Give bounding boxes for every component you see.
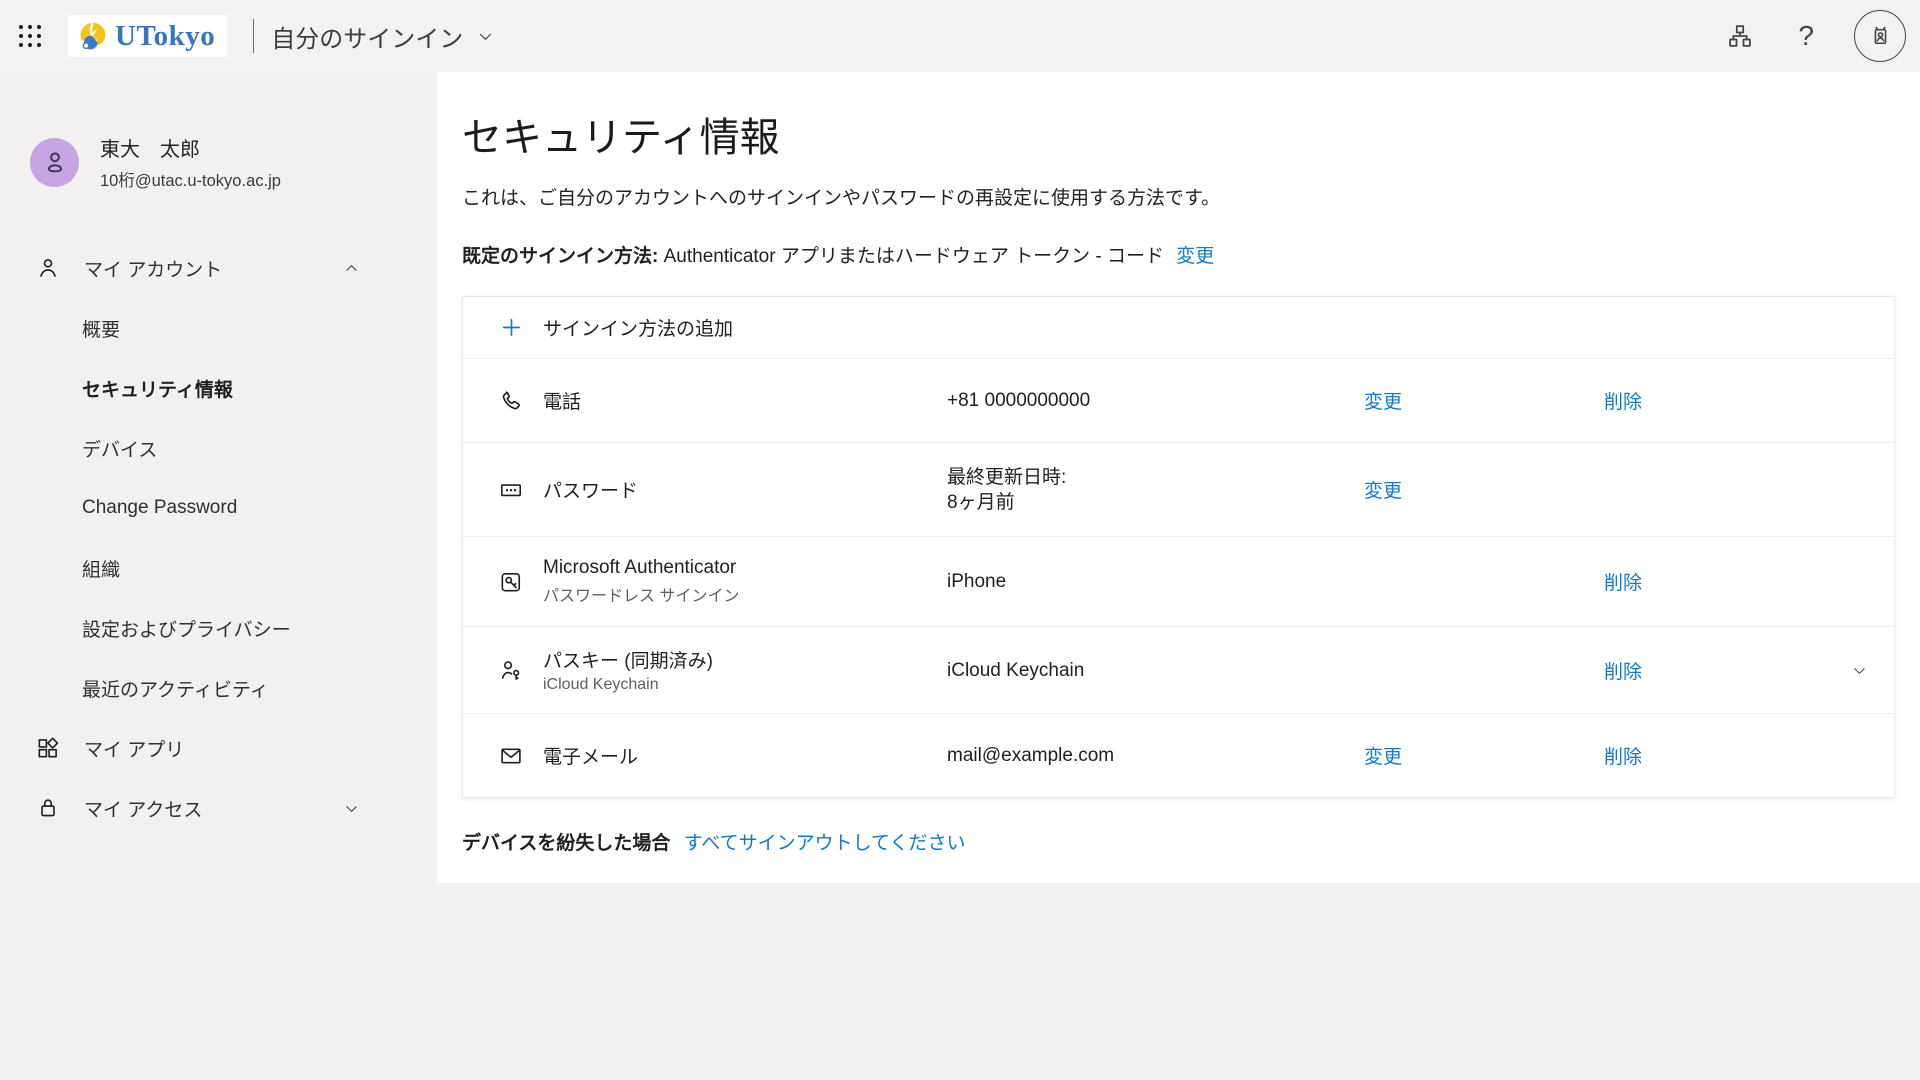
method-detail: +81 0000000000 <box>923 388 1344 413</box>
portal-title: 自分のサインイン <box>271 19 463 54</box>
app-launcher-button[interactable] <box>6 12 54 60</box>
method-delete-cell: 削除 <box>1584 387 1824 414</box>
person-icon <box>35 255 61 281</box>
method-subtitle: パスワードレス サインイン <box>543 582 923 606</box>
method-name: Microsoft Authenticator <box>543 557 923 579</box>
method-row-passkey: パスキー (同期済み)iCloud KeychainiCloud Keychai… <box>463 626 1894 713</box>
sidebar-item-セキュリティ情報[interactable]: セキュリティ情報 <box>0 358 437 418</box>
sidebar-item-label: デバイス <box>82 435 157 462</box>
chevron-down-icon[interactable] <box>477 28 494 45</box>
sidebar-item-マイ-アクセス[interactable]: マイ アクセス <box>0 778 437 838</box>
method-subtitle: iCloud Keychain <box>543 676 923 694</box>
topbar-divider <box>253 19 254 53</box>
ginkgo-leaf-icon <box>76 20 109 53</box>
method-delete-cell: 削除 <box>1584 568 1824 595</box>
utokyo-logo[interactable]: UTokyo <box>68 15 227 57</box>
sidebar-item-label: 最近のアクティビティ <box>82 675 269 702</box>
method-delete-cell: 削除 <box>1584 657 1824 684</box>
apps-icon <box>35 735 61 761</box>
user-block: 東大 太郎 10桁@utac.u-tokyo.ac.jp <box>30 133 281 191</box>
method-name-cell: Microsoft Authenticator パスワードレス サインイン <box>543 557 923 606</box>
method-detail: 最終更新日時:8ヶ月前 <box>923 465 1344 515</box>
user-email: 10桁@utac.u-tokyo.ac.jp <box>100 167 281 191</box>
password-icon <box>479 477 543 503</box>
method-name-cell: パスキー (同期済み) iCloud Keychain <box>543 646 923 694</box>
sidebar-item-Change-Password[interactable]: Change Password <box>0 478 437 538</box>
method-change-cell: 変更 <box>1344 742 1584 769</box>
top-bar: UTokyo 自分のサインイン ? <box>0 0 1920 72</box>
email-icon <box>479 743 543 769</box>
method-delete-cell: 削除 <box>1584 742 1824 769</box>
main-content: セキュリティ情報 これは、ご自分のアカウントへのサインインやパスワードの再設定に… <box>437 72 1920 883</box>
sidebar-item-label: セキュリティ情報 <box>82 375 233 402</box>
sidebar-item-マイ-アカウント[interactable]: マイ アカウント <box>0 238 437 298</box>
phone-icon <box>479 388 543 414</box>
delete-link[interactable]: 削除 <box>1604 662 1642 683</box>
sidebar-item-label: マイ アプリ <box>84 735 184 762</box>
add-signin-method-button[interactable]: サインイン方法の追加 <box>463 297 1894 358</box>
method-name: パスワード <box>543 476 923 503</box>
delete-link[interactable]: 削除 <box>1604 747 1642 768</box>
method-row-phone: 電話+81 0000000000 変更 削除 <box>463 358 1894 442</box>
org-chart-icon[interactable] <box>1726 22 1754 50</box>
lost-device-line: デバイスを紛失した場合 すべてサインアウトしてください <box>462 828 1920 855</box>
help-icon[interactable]: ? <box>1798 20 1814 52</box>
plus-icon <box>479 316 543 339</box>
sidebar-item-label: マイ アカウント <box>84 255 222 282</box>
brand-text: UTokyo <box>115 20 215 53</box>
change-link[interactable]: 変更 <box>1364 747 1402 768</box>
default-signin-method: 既定のサインイン方法: Authenticator アプリまたはハードウェア ト… <box>462 241 1920 268</box>
lock-icon <box>35 795 61 821</box>
sidebar: 東大 太郎 10桁@utac.u-tokyo.ac.jp マイ アカウント概要セ… <box>0 72 437 1080</box>
signin-methods-card: サインイン方法の追加 電話+81 0000000000変更削除パスワード最終更新… <box>462 296 1895 798</box>
sidebar-item-label: 設定およびプライバシー <box>82 615 291 642</box>
method-name: 電話 <box>543 387 923 414</box>
chevron-down-icon[interactable] <box>343 800 360 817</box>
method-name-cell: 電子メール <box>543 742 923 769</box>
sidebar-item-デバイス[interactable]: デバイス <box>0 418 437 478</box>
chevron-down-icon[interactable] <box>1851 662 1868 679</box>
method-change-cell: 変更 <box>1344 387 1584 414</box>
sidebar-item-マイ-アプリ[interactable]: マイ アプリ <box>0 718 437 778</box>
sidebar-item-label: Change Password <box>82 497 237 519</box>
sidebar-item-label: 概要 <box>82 315 120 342</box>
method-row-password: パスワード最終更新日時:8ヶ月前変更 <box>463 442 1894 536</box>
default-method-change-link[interactable]: 変更 <box>1176 246 1214 267</box>
method-name-cell: 電話 <box>543 387 923 414</box>
change-link[interactable]: 変更 <box>1364 481 1402 502</box>
sign-out-all-link[interactable]: すべてサインアウトしてください <box>684 833 966 854</box>
method-name: 電子メール <box>543 742 923 769</box>
method-name: パスキー (同期済み) <box>543 646 923 673</box>
passkey-icon <box>479 657 543 683</box>
default-method-label: 既定のサインイン方法: <box>462 246 658 267</box>
page-title: セキュリティ情報 <box>462 105 1920 163</box>
user-name: 東大 太郎 <box>100 133 281 162</box>
method-row-email: 電子メールmail@example.com 変更 削除 <box>463 713 1894 797</box>
method-row-authenticator: Microsoft Authenticator パスワードレス サインインiPho… <box>463 536 1894 626</box>
method-name-cell: パスワード <box>543 476 923 503</box>
sidebar-item-label: 組織 <box>82 555 120 582</box>
lost-device-label: デバイスを紛失した場合 <box>462 833 670 854</box>
sidebar-nav: マイ アカウント概要セキュリティ情報デバイス Change Password 組織設… <box>0 238 437 838</box>
chevron-up-icon[interactable] <box>343 260 360 277</box>
method-detail: iCloud Keychain <box>923 658 1344 683</box>
method-change-cell: 変更 <box>1344 476 1584 503</box>
authenticator-icon <box>479 569 543 595</box>
sidebar-item-設定およびプライバシー[interactable]: 設定およびプライバシー <box>0 598 437 658</box>
method-detail: iPhone <box>923 569 1344 594</box>
method-detail: mail@example.com <box>923 743 1344 768</box>
sidebar-item-label: マイ アクセス <box>84 795 202 822</box>
delete-link[interactable]: 削除 <box>1604 573 1642 594</box>
change-link[interactable]: 変更 <box>1364 392 1402 413</box>
sidebar-item-組織[interactable]: 組織 <box>0 538 437 598</box>
account-id-badge-icon[interactable] <box>1854 10 1906 62</box>
sidebar-item-最近のアクティビティ[interactable]: 最近のアクティビティ <box>0 658 437 718</box>
add-method-label: サインイン方法の追加 <box>543 314 733 341</box>
page-subtitle: これは、ご自分のアカウントへのサインインやパスワードの再設定に使用する方法です。 <box>462 183 1920 210</box>
user-avatar[interactable] <box>30 138 79 187</box>
default-method-value: Authenticator アプリまたはハードウェア トークン - コード <box>664 246 1164 267</box>
delete-link[interactable]: 削除 <box>1604 392 1642 413</box>
sidebar-item-概要[interactable]: 概要 <box>0 298 437 358</box>
